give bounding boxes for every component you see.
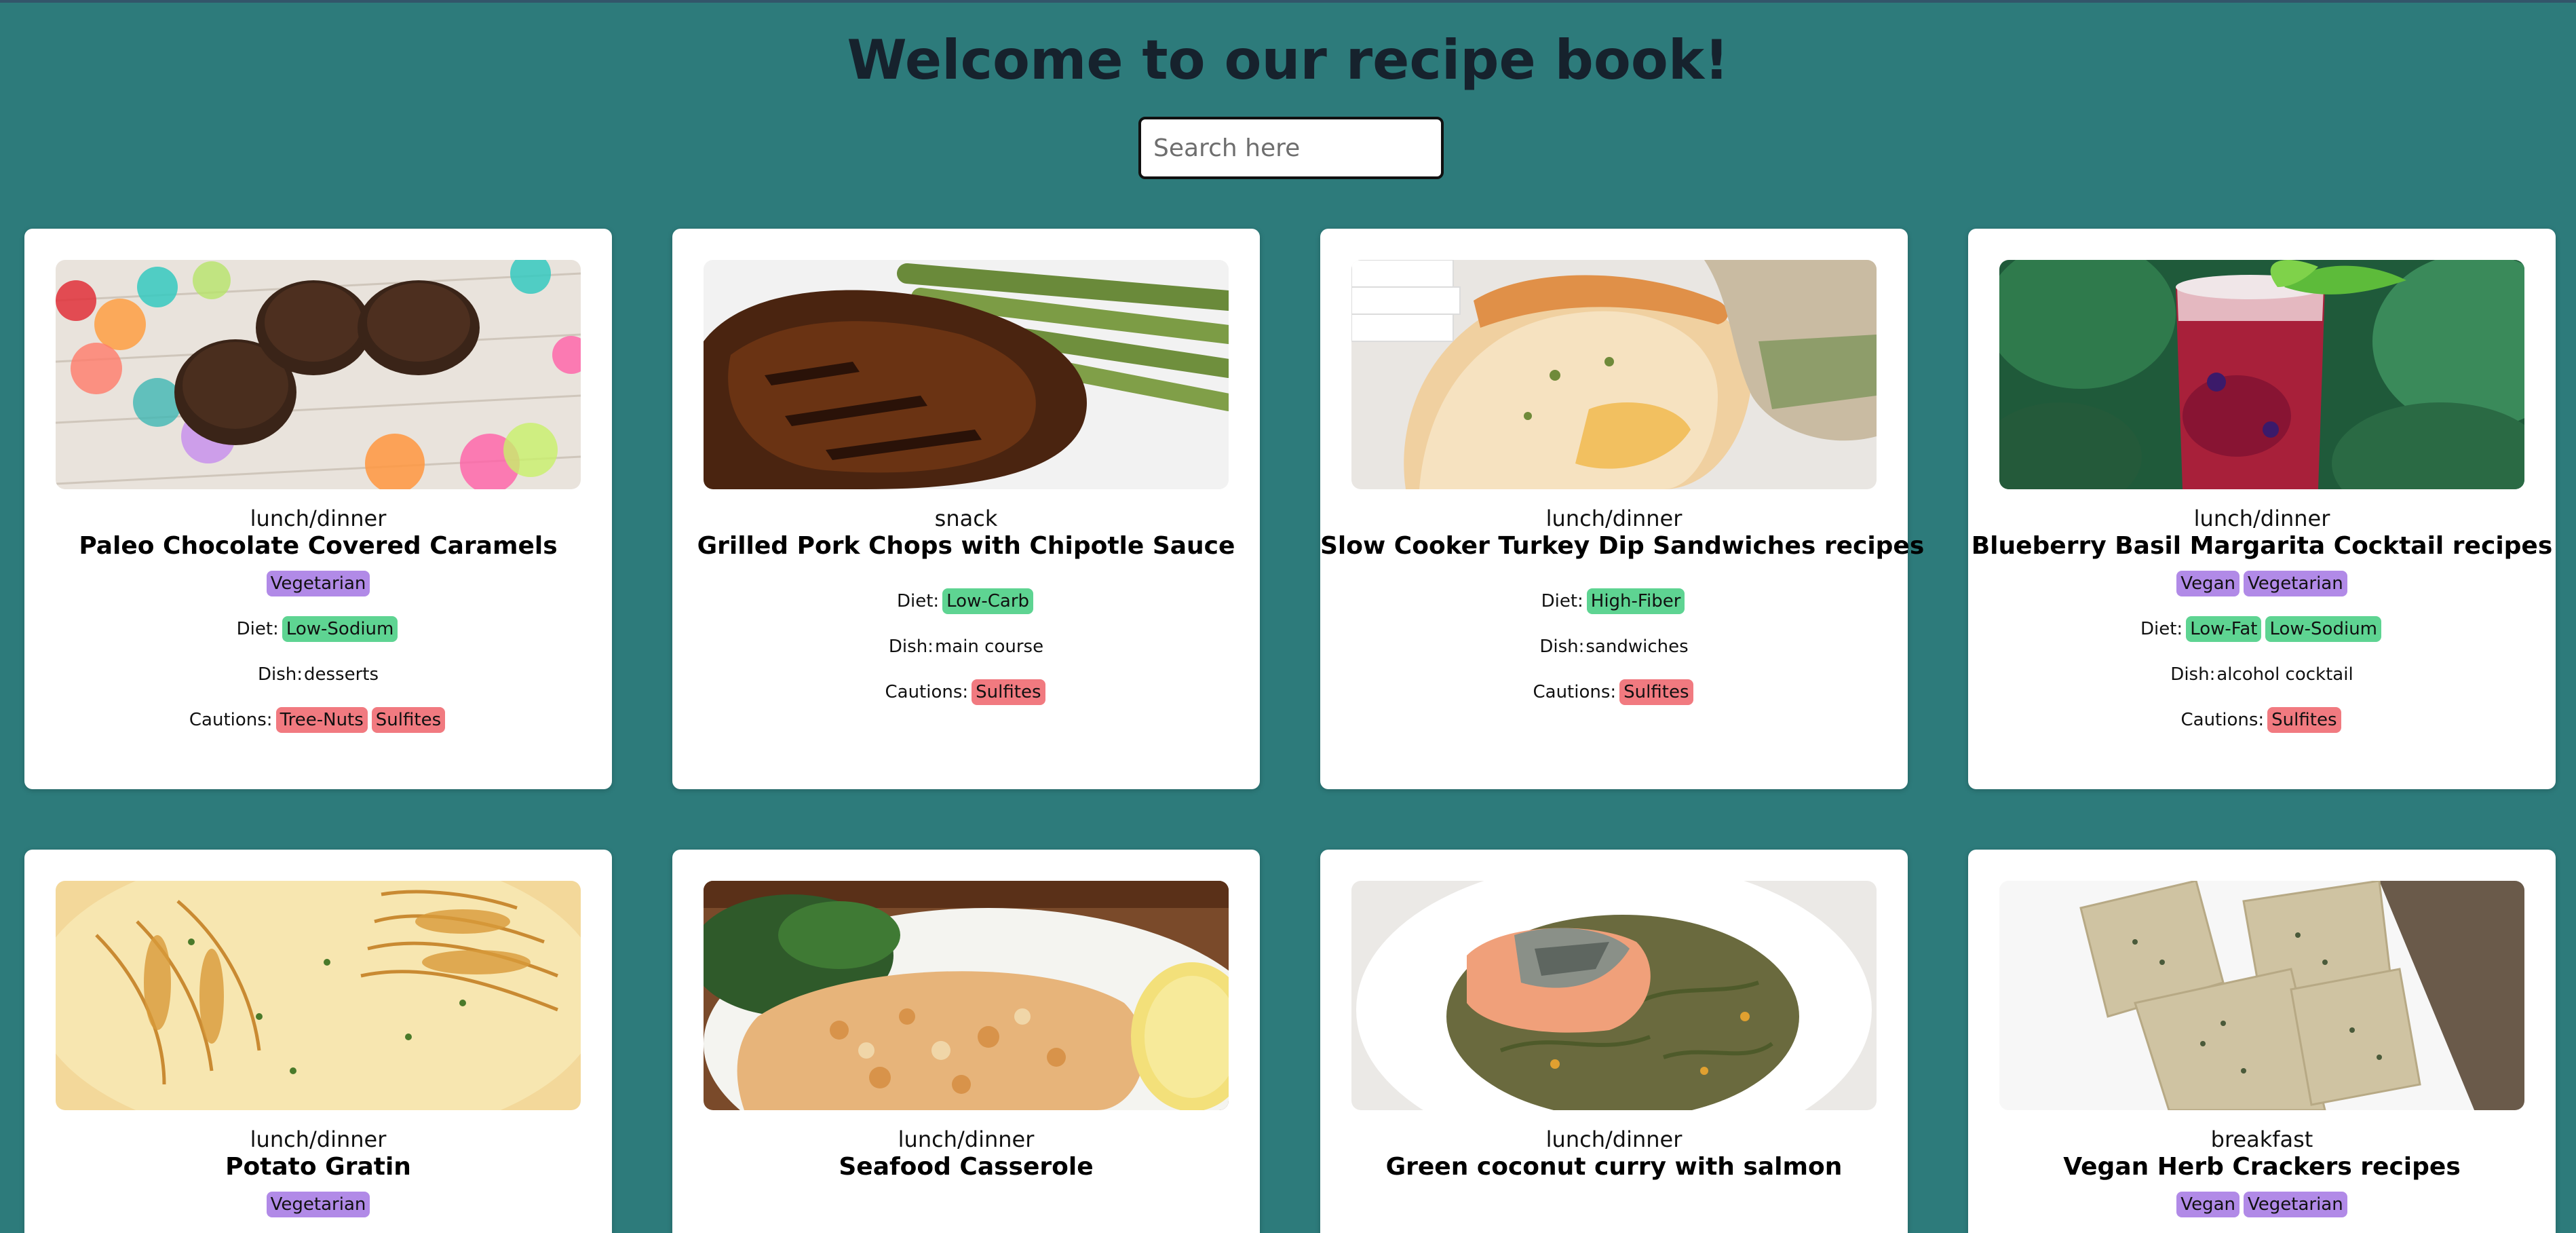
recipe-card[interactable]: lunch/dinner Blueberry Basil Margarita C… (1968, 229, 2556, 789)
cautions-row: Cautions: Sulfites (1968, 697, 2556, 742)
recipe-title[interactable]: Potato Gratin (24, 1153, 612, 1181)
caution-tag: Sulfites (371, 706, 446, 733)
dish-row: Dish: desserts (24, 651, 612, 697)
recipe-card[interactable]: lunch/dinner Paleo Chocolate Covered Car… (24, 229, 612, 789)
health-tag: Vegetarian (266, 570, 370, 596)
meal-type: lunch/dinner (1545, 506, 1683, 531)
health-labels: Vegetarian (24, 561, 612, 606)
caution-tag: Sulfites (2267, 706, 2341, 733)
recipe-card[interactable]: breakfast Vegan Herb Crackers recipes Ve… (1968, 850, 2556, 1233)
cautions-label: Cautions: (2180, 709, 2265, 730)
diet-tag: Low-Fat (2186, 615, 2262, 642)
cautions-label: Cautions: (189, 709, 273, 730)
recipe-title[interactable]: Paleo Chocolate Covered Caramels (24, 532, 612, 560)
diet-row: Diet: Low-Fat Low-Sodium (1968, 606, 2556, 651)
recipe-title[interactable]: Green coconut curry with salmon (1320, 1153, 1908, 1181)
recipe-card[interactable]: lunch/dinner Slow Cooker Turkey Dip Sand… (1320, 229, 1924, 789)
meal-type: snack (934, 506, 998, 531)
recipe-image (56, 260, 581, 489)
recipe-image (1999, 260, 2524, 489)
health-tag: Vegan (2176, 1191, 2239, 1217)
diet-row: Diet: Low-Sodium (24, 606, 612, 651)
recipe-title[interactable]: Seafood Casserole (672, 1153, 1260, 1181)
meal-type: lunch/dinner (250, 1126, 387, 1152)
dish-label: Dish: (1539, 636, 1585, 657)
recipe-title[interactable]: Vegan Herb Crackers recipes (1968, 1153, 2556, 1181)
cautions-label: Cautions: (1533, 681, 1617, 702)
recipe-card[interactable]: lunch/dinner Green coconut curry with sa… (1320, 850, 1908, 1233)
dish-value: alcohol cocktail (2216, 664, 2353, 685)
dish-row: Dish: alcohol cocktail (1968, 651, 2556, 697)
recipe-image (1351, 881, 1877, 1110)
cautions-row: Cautions: Sulfites (1320, 669, 1908, 715)
recipe-image (1351, 260, 1877, 489)
meal-type: lunch/dinner (898, 1126, 1035, 1152)
recipe-image (704, 881, 1229, 1110)
cautions-row: Cautions: Tree-Nuts Sulfites (24, 697, 612, 742)
diet-row: Diet: High-Fiber (1320, 578, 1908, 624)
dish-value: sandwiches (1585, 636, 1689, 657)
diet-label: Diet: (236, 618, 279, 639)
dish-value: desserts (304, 664, 379, 685)
recipe-card[interactable]: lunch/dinner Potato Gratin Vegetarian (24, 850, 612, 1233)
diet-row-partial (672, 1230, 1260, 1233)
health-labels: Vegan Vegetarian (1968, 561, 2556, 606)
health-labels: Vegan Vegetarian (1968, 1181, 2556, 1227)
dish-label: Dish: (2170, 664, 2216, 685)
caution-tag: Tree-Nuts (275, 706, 368, 733)
diet-tag: Low-Sodium (2265, 615, 2381, 642)
recipe-card[interactable]: snack Grilled Pork Chops with Chipotle S… (672, 229, 1260, 789)
diet-label: Diet: (1541, 590, 1583, 611)
page-title: Welcome to our recipe book! (847, 29, 1729, 92)
meal-type: lunch/dinner (250, 506, 387, 531)
diet-tag: Low-Carb (942, 588, 1034, 614)
health-tag: Vegan (2176, 570, 2239, 596)
recipe-card[interactable]: lunch/dinner Seafood Casserole (672, 850, 1260, 1233)
dish-label: Dish: (257, 664, 303, 685)
diet-tag: Low-Sodium (282, 615, 398, 642)
diet-label: Diet: (2140, 618, 2183, 639)
dish-label: Dish: (888, 636, 934, 657)
health-tag: Vegetarian (2243, 1191, 2347, 1217)
recipe-image (1999, 881, 2524, 1110)
page: { "header": { "title": "Welcome to our r… (0, 0, 2576, 1233)
dish-row: Dish: main course (672, 624, 1260, 669)
search-input[interactable] (1138, 117, 1444, 179)
recipe-image (704, 260, 1229, 489)
caution-tag: Sulfites (972, 679, 1045, 705)
dish-row: Dish: sandwiches (1320, 624, 1908, 669)
diet-row: Diet: Low-Carb (672, 578, 1260, 624)
dish-value: main course (934, 636, 1044, 657)
caution-tag: Sulfites (1619, 679, 1693, 705)
recipe-title[interactable]: Blueberry Basil Margarita Cocktail recip… (1968, 532, 2556, 560)
health-tag: Vegetarian (2243, 570, 2347, 596)
cautions-label: Cautions: (885, 681, 969, 702)
recipe-image (56, 881, 581, 1110)
health-labels: Vegetarian (24, 1181, 612, 1227)
meal-type: lunch/dinner (2193, 506, 2330, 531)
health-tag: Vegetarian (266, 1191, 370, 1217)
recipe-title[interactable]: Grilled Pork Chops with Chipotle Sauce (672, 532, 1260, 560)
recipe-title[interactable]: Slow Cooker Turkey Dip Sandwiches recipe… (1320, 532, 1924, 560)
meal-type: breakfast (2210, 1126, 2313, 1152)
diet-label: Diet: (896, 590, 940, 611)
cautions-row: Cautions: Sulfites (672, 669, 1260, 715)
meal-type: lunch/dinner (1545, 1126, 1683, 1152)
diet-tag: High-Fiber (1586, 588, 1685, 614)
